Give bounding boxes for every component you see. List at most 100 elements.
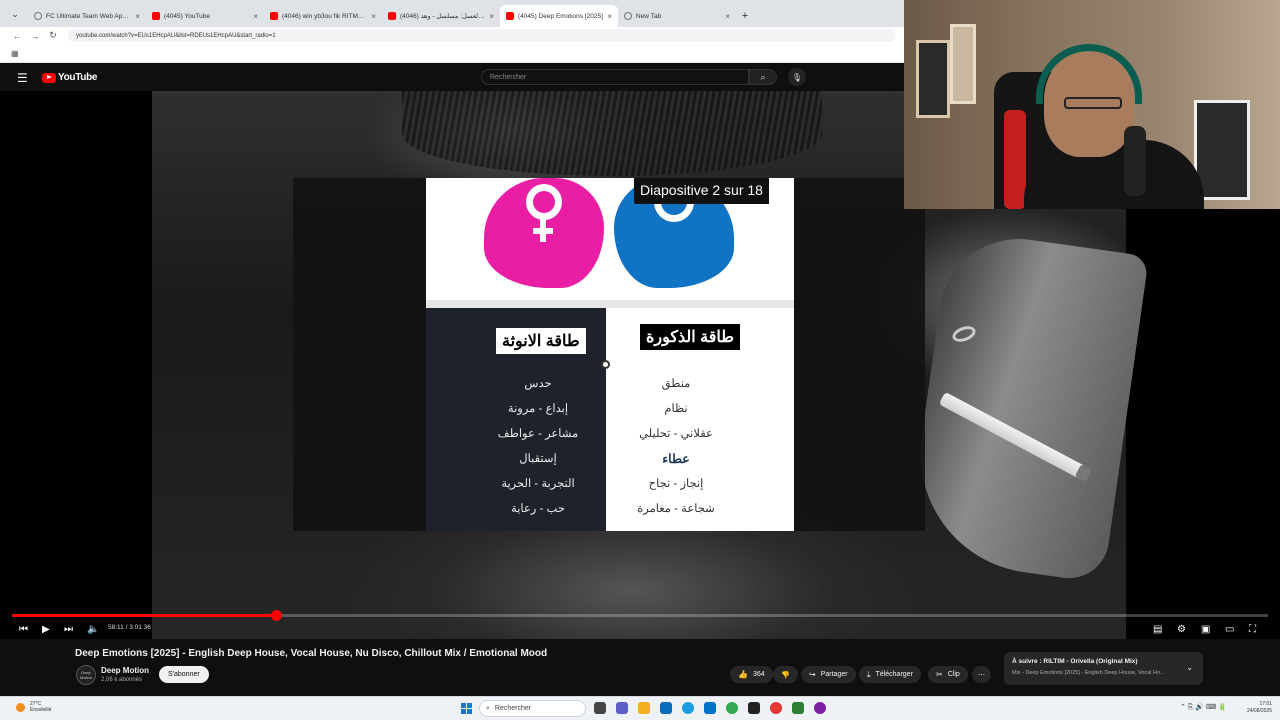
file-explorer-icon[interactable] <box>638 702 650 714</box>
download-button[interactable]: ⤓ Télécharger <box>859 666 921 683</box>
weather-widget[interactable]: 27°C Ensoleillé <box>16 701 51 713</box>
time-display: 58:11 / 3:01:36 <box>108 624 151 631</box>
youtube-icon <box>506 12 514 20</box>
system-tray[interactable]: ⌃ ⎘ 🔊 ⌨ 🔋 <box>1180 703 1227 712</box>
more-actions-button[interactable]: ⋯ <box>972 666 991 683</box>
up-next-card[interactable]: À suivre : RILTIM - Orivella (Original M… <box>1004 652 1203 685</box>
channel-name[interactable]: Deep Motion <box>101 666 149 675</box>
microphone-shape <box>1124 126 1146 196</box>
windows-taskbar: 27°C Ensoleillé ⌕ Rechercher ⌃ ⎘ 🔊 ⌨ 🔋 1… <box>0 696 1280 720</box>
url-field[interactable]: youtube.com/watch?v=EUs1EHcpAU&list=RDEU… <box>68 29 896 42</box>
channel-avatar[interactable]: Deep Motion <box>76 665 96 685</box>
tab-label: (4046) win yb3ou fik RITMA B <box>282 12 368 20</box>
masculine-energy-list: منطق نظام عقلاني - تحليلي عطاء إنجاز - نجاح ش… <box>606 372 746 522</box>
up-next-title: À suivre : RILTIM - Orivella (Original M… <box>1012 658 1138 665</box>
chevron-down-icon[interactable]: ⌄ <box>1186 663 1193 672</box>
share-label: Partager <box>820 671 848 678</box>
feminine-energy-column: طاقة الانوثة حدس إبداع - مرونة مشاعر - عوا… <box>426 308 606 531</box>
windows-start-icon[interactable] <box>461 703 472 714</box>
browser-tab-bar: ⌄ FC Ultimate Team Web App - E × (4045) Yo… <box>0 0 904 27</box>
apps-grid-icon[interactable]: ▦ <box>11 49 19 58</box>
slide-resize-handle[interactable] <box>601 360 610 369</box>
share-button[interactable]: ↪ Partager <box>801 666 856 683</box>
slide-list-item: منطق <box>661 378 691 390</box>
microphone-icon: 🎙 <box>791 72 803 82</box>
slide-counter: Diapositive 2 sur 18 <box>634 178 769 204</box>
miniplayer-icon[interactable]: ▣ <box>1201 622 1210 636</box>
webcam-overlay <box>904 0 1280 209</box>
forward-icon[interactable]: → <box>26 31 44 41</box>
weather-description: Ensoleillé <box>30 707 52 713</box>
tab-label: FC Ultimate Team Web App - E <box>46 12 132 20</box>
progress-scrubber[interactable] <box>270 610 282 621</box>
close-icon[interactable]: × <box>253 12 258 21</box>
thumbs-down-icon: 👎 <box>781 671 790 679</box>
progress-played <box>12 614 276 617</box>
browser-tab[interactable]: New Tab × <box>618 5 736 27</box>
screen: ⌄ FC Ultimate Team Web App - E × (4045) Yo… <box>0 0 1280 720</box>
close-icon[interactable]: × <box>725 12 730 21</box>
task-view-icon[interactable] <box>594 702 606 714</box>
teams-icon[interactable] <box>616 702 628 714</box>
taskbar-clock[interactable]: 17:01 24/08/2025 <box>1236 701 1272 715</box>
share-icon: ↪ <box>809 670 816 679</box>
youtube-icon <box>152 12 160 20</box>
clip-label: Clip <box>947 671 960 678</box>
like-button[interactable]: 👍 364 <box>730 666 773 683</box>
play-icon[interactable]: ▶ <box>42 622 50 636</box>
app-icon[interactable] <box>792 702 804 714</box>
browser-tab[interactable]: (4045) YouTube × <box>146 5 264 27</box>
clip-button[interactable]: ✂ Clip <box>928 666 968 683</box>
gaming-chair-accent <box>1004 110 1026 209</box>
tab-label: New Tab <box>636 12 662 20</box>
search-button[interactable]: ⌕ <box>749 69 777 85</box>
glasses-shape <box>1064 97 1122 109</box>
store-icon[interactable] <box>660 702 672 714</box>
search-input[interactable]: Rechercher <box>481 69 749 85</box>
settings-icon[interactable]: ⚙ <box>1177 622 1186 636</box>
youtube-logo[interactable]: YouTube <box>42 72 98 83</box>
up-next-subtitle: Mix - Deep Emotions [2025] - English Dee… <box>1012 670 1165 676</box>
reload-icon[interactable]: ↻ <box>44 30 62 41</box>
close-icon[interactable]: × <box>607 12 612 21</box>
subscribe-button[interactable]: S'abonner <box>159 666 209 683</box>
more-icon: ⋯ <box>978 671 985 679</box>
edge-icon[interactable] <box>682 702 694 714</box>
female-symbol-icon <box>526 184 562 220</box>
taskbar-search[interactable]: ⌕ Rechercher <box>479 700 586 717</box>
tab-search-icon[interactable]: ⌄ <box>6 4 24 24</box>
next-icon[interactable]: ⏭ <box>64 622 73 636</box>
subscriber-count: 2,06 k abonnés <box>101 677 143 683</box>
browser-tab[interactable]: (4045) Deep Emotions [2025] × <box>500 5 618 27</box>
browser-tab[interactable]: FC Ultimate Team Web App - E × <box>28 5 146 27</box>
bookmarks-bar: ▦ <box>0 44 904 63</box>
chrome-icon[interactable] <box>726 702 738 714</box>
volume-icon[interactable]: 🔈 <box>87 622 99 636</box>
menu-icon[interactable]: ☰ <box>17 71 28 85</box>
voice-search-button[interactable]: 🎙 <box>788 68 806 86</box>
theater-mode-icon[interactable]: ▭ <box>1225 622 1234 636</box>
new-tab-button[interactable]: + <box>736 5 754 27</box>
close-icon[interactable]: × <box>489 12 494 21</box>
browser-tab[interactable]: (4046) شهر العسل: مسلسل - وهد× <box>382 5 500 27</box>
presentation-slide: Diapositive 2 sur 18 طاقة الانوثة حدس إبد… <box>426 178 794 531</box>
slide-list-item: عطاء <box>662 452 690 466</box>
close-icon[interactable]: × <box>371 12 376 21</box>
like-count: 364 <box>752 671 765 678</box>
youtube-logo-text: YouTube <box>58 72 98 83</box>
close-icon[interactable]: × <box>135 12 140 21</box>
scissors-icon: ✂ <box>936 670 943 679</box>
media-app-icon[interactable] <box>814 702 826 714</box>
browser-tab[interactable]: (4046) win yb3ou fik RITMA B × <box>264 5 382 27</box>
fullscreen-icon[interactable]: ⛶ <box>1249 622 1256 636</box>
back-icon[interactable]: ← <box>8 31 26 41</box>
progress-bar[interactable] <box>12 610 1268 621</box>
record-app-icon[interactable] <box>770 702 782 714</box>
youtube-icon <box>270 12 278 20</box>
outlook-icon[interactable] <box>704 702 716 714</box>
github-icon[interactable] <box>748 702 760 714</box>
dislike-button[interactable]: 👎 <box>773 666 798 683</box>
previous-icon[interactable]: ⏮ <box>19 622 28 636</box>
tab-label: (4045) Deep Emotions [2025] <box>518 12 603 20</box>
subtitles-icon[interactable]: ▤ <box>1153 622 1162 636</box>
